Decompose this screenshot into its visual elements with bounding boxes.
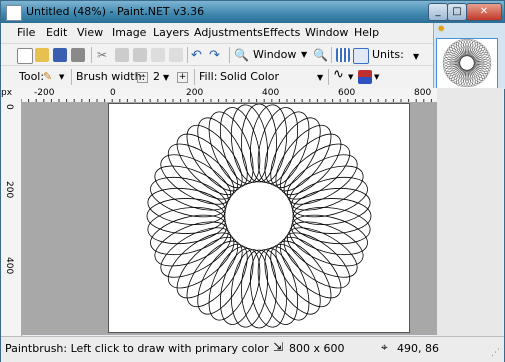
h-ruler-label: 200 [186,88,204,98]
star-icon: ✸ [437,24,446,35]
horizontal-ruler: -200 0 200 400 600 800 [21,88,437,103]
h-ruler-label: -200 [34,88,55,98]
h-ruler-label: 400 [262,88,280,98]
cursor-position-icon: ⌖ [381,340,388,354]
vertical-scrollbar-area[interactable] [437,88,503,338]
chevron-down-icon[interactable]: ▼ [317,73,323,82]
window-dropdown[interactable]: Window [253,48,296,61]
save-icon[interactable] [53,48,67,62]
menu-layers[interactable]: Layers [153,26,189,39]
rulers-icon[interactable] [353,48,369,64]
canvas-workspace[interactable] [22,102,437,335]
h-ruler-label: 800 [414,88,432,98]
grid-icon[interactable] [336,48,350,62]
close-button[interactable]: ✕ [466,3,502,21]
toolbar-separator [71,69,72,85]
chevron-down-icon[interactable]: ▼ [348,73,353,81]
tool-label: Tool: [19,70,45,83]
decrease-width-button[interactable]: − [137,72,148,83]
menu-edit[interactable]: Edit [46,26,67,39]
brush-width-input[interactable]: 2 [153,70,160,83]
increase-width-button[interactable]: + [177,72,188,83]
image-canvas[interactable] [108,103,410,333]
title-bar[interactable]: Untitled (48%) - Paint.NET v3.36 _ □ ✕ [1,1,504,23]
thumbnail-spirograph [442,38,492,88]
menu-adjustments[interactable]: Adjustments [194,26,263,39]
vertical-ruler: 0 200 400 [1,102,22,336]
menu-image[interactable]: Image [112,26,146,39]
menu-view[interactable]: View [77,26,103,39]
toolbar-separator [229,47,230,63]
menu-window[interactable]: Window [305,26,348,39]
v-ruler-label: 400 [4,257,14,275]
toolbar-separator [331,47,332,63]
status-bar: Paintbrush: Left click to draw with prim… [1,336,504,362]
chevron-down-icon[interactable]: ▼ [374,73,379,81]
print-icon[interactable] [71,48,85,62]
horizontal-ruler-ticks [21,99,432,102]
blend-mode-icon[interactable] [358,70,372,84]
paintnet-app-icon [6,5,22,21]
image-size: 800 x 600 [289,342,345,355]
open-folder-icon[interactable] [35,48,49,62]
crop-icon[interactable] [151,48,165,62]
cursor-position: 490, 86 [397,342,439,355]
paste-icon[interactable] [133,48,147,62]
toolbar-separator [328,69,329,85]
deselect-icon[interactable] [169,48,183,62]
new-file-icon[interactable] [17,48,33,64]
chevron-down-icon[interactable]: ▼ [413,52,419,61]
zoom-icon[interactable]: 🔍 [234,48,249,62]
menu-help[interactable]: Help [354,26,379,39]
undo-icon[interactable]: ↶ [191,48,205,63]
paintnet-window: Untitled (48%) - Paint.NET v3.36 _ □ ✕ F… [0,0,505,362]
minimize-button[interactable]: _ [428,3,448,21]
v-ruler-label: 200 [4,181,14,199]
chevron-down-icon[interactable]: ▼ [59,73,64,81]
brush-width-label: Brush width: [76,70,146,83]
status-hint: Paintbrush: Left click to draw with prim… [5,342,269,355]
toolbar-separator [187,47,188,63]
fill-label: Fill: [199,70,218,83]
maximize-button[interactable]: □ [447,3,467,21]
menu-bar: File Edit View Image Layers Adjustments … [1,23,433,43]
copy-icon[interactable] [115,48,129,62]
toolbar-separator [91,47,92,63]
menu-effects[interactable]: Effects [263,26,300,39]
image-thumbnail[interactable] [436,38,498,89]
chevron-down-icon[interactable]: ▼ [163,73,169,82]
image-size-icon: ⇲ [273,340,284,354]
redo-icon[interactable]: ↷ [209,48,223,63]
antialiasing-icon[interactable]: ∿ [333,67,344,82]
units-label: Units: [372,48,404,61]
tool-options-bar: Tool: ✎ ▼ Brush width: − 2 ▼ + Fill: Sol… [1,65,433,89]
window-title: Untitled (48%) - Paint.NET v3.36 [26,5,205,18]
chevron-down-icon[interactable]: ▼ [301,50,307,59]
paintbrush-icon[interactable]: ✎ [43,70,57,84]
resize-grip-icon[interactable]: ⋰ [491,348,500,358]
toolbar-separator [194,69,195,85]
fill-mode-dropdown[interactable]: Solid Color [220,70,279,83]
h-ruler-label: 0 [110,88,116,98]
v-ruler-label: 0 [4,104,14,110]
cut-icon[interactable]: ✂ [97,48,111,62]
ruler-unit-label: px [1,88,21,102]
zoom-in-icon[interactable]: 🔍 [313,48,328,62]
menu-file[interactable]: File [17,26,35,39]
h-ruler-label: 600 [338,88,356,98]
image-thumbnail-pane: ✸ [433,23,505,89]
spirograph-drawing [146,103,372,329]
main-toolbar: ✂ ↶ ↷ 🔍 Window ▼ 🔍 Units: ▼ [1,43,433,66]
